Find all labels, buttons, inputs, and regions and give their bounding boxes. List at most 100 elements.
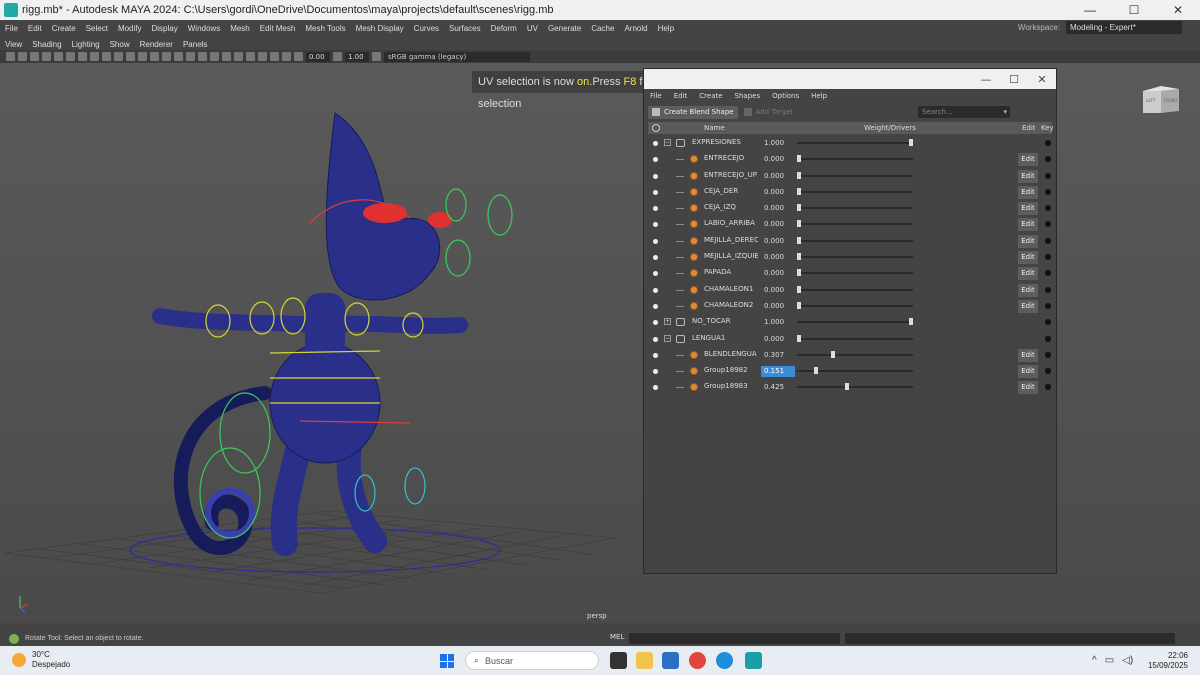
weight-value-field[interactable]: 0.307: [761, 350, 795, 361]
key-icon[interactable]: [1045, 302, 1051, 309]
expand-toggle-icon[interactable]: −: [664, 334, 671, 342]
key-icon[interactable]: [1045, 319, 1051, 326]
safe-title-icon[interactable]: [126, 52, 135, 61]
weight-slider-handle[interactable]: [797, 155, 801, 163]
weight-value-field[interactable]: 1.000: [761, 138, 795, 149]
shape-group-row[interactable]: − LENGUA1 0.000: [648, 332, 1052, 348]
view-transform-dropdown[interactable]: sRGB gamma (legacy): [384, 51, 530, 62]
panel-menu-show[interactable]: Show: [105, 40, 135, 49]
menu-mesh-tools[interactable]: Mesh Tools: [300, 24, 350, 33]
textured-icon[interactable]: [174, 52, 183, 61]
mel-command-input[interactable]: [629, 633, 840, 644]
weight-slider[interactable]: [797, 190, 913, 193]
shape-target-row[interactable]: CHAMALEON2 0.000 Edit: [648, 299, 1052, 315]
shape-target-row[interactable]: PAPADA 0.000 Edit: [648, 266, 1052, 282]
visibility-toggle-icon[interactable]: [653, 287, 658, 293]
key-icon[interactable]: [1045, 156, 1051, 163]
visibility-toggle-icon[interactable]: [653, 141, 658, 146]
eye-control-left[interactable]: [445, 188, 467, 222]
weight-value-field[interactable]: 0.000: [761, 154, 795, 165]
weight-value-field[interactable]: 0.000: [761, 187, 795, 198]
mel-label[interactable]: MEL: [610, 633, 624, 641]
menu-edit[interactable]: Edit: [23, 24, 47, 33]
weight-value-field[interactable]: 0.000: [761, 268, 795, 279]
windows-start-icon[interactable]: [440, 654, 454, 668]
weight-slider[interactable]: [797, 386, 913, 389]
visibility-toggle-icon[interactable]: [653, 255, 658, 261]
viewcube[interactable]: LEFT FRONT: [1142, 83, 1180, 113]
weight-slider[interactable]: [797, 256, 913, 259]
weight-value-field[interactable]: 0.000: [761, 171, 795, 182]
volume-icon[interactable]: ◁): [1122, 655, 1133, 666]
taskbar-search[interactable]: ⌕ Buscar: [465, 651, 599, 670]
shape-target-row[interactable]: Group18983 0.425 Edit: [648, 380, 1052, 396]
arms-mesh[interactable]: [152, 308, 468, 334]
weight-value-field[interactable]: 0.000: [761, 252, 795, 263]
exposure-field[interactable]: 0.00: [306, 51, 330, 62]
weight-value-field[interactable]: 0.000: [761, 219, 795, 230]
shape-editor-close[interactable]: ✕: [1028, 69, 1056, 89]
menu-create[interactable]: Create: [47, 24, 81, 33]
shape-target-row[interactable]: BLENDLENGUA 0.307 Edit: [648, 348, 1052, 364]
field-chart-icon[interactable]: [102, 52, 111, 61]
network-icon[interactable]: ▭: [1105, 655, 1114, 666]
weight-slider[interactable]: [797, 304, 913, 307]
edit-target-button[interactable]: Edit: [1018, 299, 1038, 313]
weight-slider-handle[interactable]: [797, 204, 801, 212]
edit-target-button[interactable]: Edit: [1018, 169, 1038, 183]
edit-target-button[interactable]: Edit: [1018, 185, 1038, 199]
weight-slider[interactable]: [797, 239, 913, 242]
weight-value-field[interactable]: 1.000: [761, 317, 795, 328]
gamma-icon[interactable]: [333, 52, 342, 61]
xray-joints-icon[interactable]: [270, 52, 279, 61]
shape-group-row[interactable]: + NO_TOCAR 1.000: [648, 315, 1052, 331]
menu-arnold[interactable]: Arnold: [619, 24, 652, 33]
edit-target-button[interactable]: Edit: [1018, 283, 1038, 297]
visibility-toggle-icon[interactable]: [653, 385, 658, 391]
shape-editor-menu-create[interactable]: Create: [699, 92, 722, 100]
visibility-toggle-icon[interactable]: [653, 320, 658, 326]
menu-surfaces[interactable]: Surfaces: [444, 24, 486, 33]
store-icon[interactable]: [662, 652, 679, 669]
shape-target-row[interactable]: CHAMALEON1 0.000 Edit: [648, 283, 1052, 299]
tray-overflow-icon[interactable]: ^: [1092, 655, 1097, 666]
weight-value-field[interactable]: 0.000: [761, 334, 795, 345]
key-icon[interactable]: [1045, 221, 1051, 228]
key-icon[interactable]: [1045, 140, 1051, 146]
key-icon[interactable]: [1045, 188, 1051, 195]
isolate-select-icon[interactable]: [246, 52, 255, 61]
weight-value-field[interactable]: 0.151: [761, 366, 795, 378]
weight-slider-handle[interactable]: [831, 350, 836, 358]
visibility-toggle-icon[interactable]: [653, 206, 658, 212]
select-camera-icon[interactable]: [6, 52, 15, 61]
weight-slider[interactable]: [797, 142, 913, 144]
exposure-icon[interactable]: [294, 52, 303, 61]
edit-target-button[interactable]: Edit: [1018, 348, 1038, 362]
safe-action-icon[interactable]: [114, 52, 123, 61]
ambient-occlusion-icon[interactable]: [210, 52, 219, 61]
menu-mesh-display[interactable]: Mesh Display: [351, 24, 409, 33]
weight-slider-handle[interactable]: [797, 269, 801, 277]
edit-target-button[interactable]: Edit: [1018, 218, 1038, 232]
shape-editor-menu-shapes[interactable]: Shapes: [735, 92, 761, 100]
jaw-control[interactable]: [445, 239, 471, 277]
wireframe-on-shaded-icon[interactable]: [162, 52, 171, 61]
right-leg-mesh[interactable]: [336, 431, 387, 553]
weight-value-field[interactable]: 0.000: [761, 285, 795, 296]
menu-display[interactable]: Display: [147, 24, 183, 33]
smooth-shade-icon[interactable]: [150, 52, 159, 61]
shape-editor-menu-file[interactable]: File: [650, 92, 662, 100]
weight-value-field[interactable]: 0.425: [761, 382, 795, 393]
shape-editor-maximize[interactable]: ☐: [1000, 69, 1028, 89]
visibility-toggle-icon[interactable]: [653, 238, 658, 244]
weight-slider-handle[interactable]: [797, 334, 801, 342]
xray-icon[interactable]: [258, 52, 267, 61]
image-plane-icon[interactable]: [42, 52, 51, 61]
weight-slider-handle[interactable]: [797, 253, 801, 261]
weight-slider[interactable]: [797, 223, 913, 226]
edit-target-button[interactable]: Edit: [1018, 365, 1038, 379]
shape-editor-menu-edit[interactable]: Edit: [674, 92, 688, 100]
weight-slider[interactable]: [797, 353, 913, 356]
gate-mask-icon[interactable]: [90, 52, 99, 61]
key-icon[interactable]: [1045, 270, 1051, 277]
